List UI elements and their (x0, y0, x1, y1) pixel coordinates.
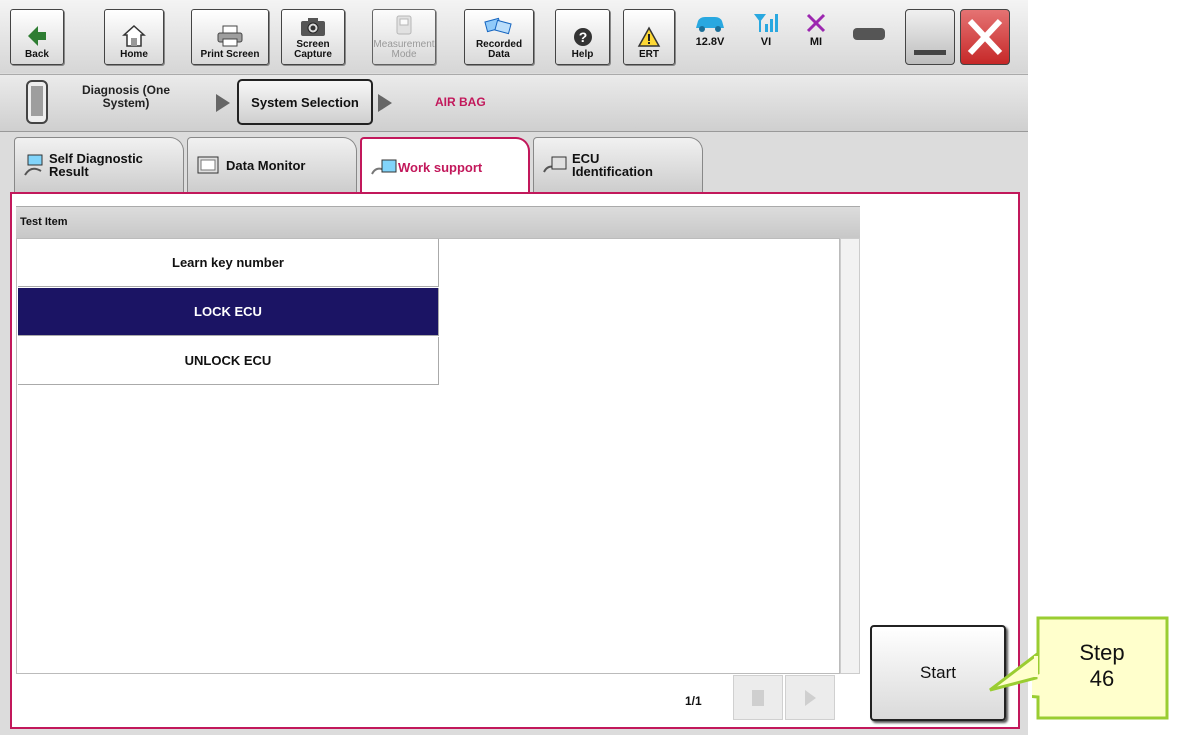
screen-capture-label: Screen Capture (294, 39, 332, 60)
help-button[interactable]: ? Help (555, 9, 610, 65)
list-item-label: UNLOCK ECU (184, 353, 272, 368)
printer-icon (217, 25, 243, 47)
print-screen-label: Print Screen (200, 49, 260, 60)
next-page-button[interactable] (785, 675, 835, 720)
tab-self-diagnostic-label: Self Diagnostic Result (49, 151, 143, 179)
camera-icon (301, 18, 325, 36)
callout-pointer (989, 651, 1038, 692)
recorded-data-label: Recorded Data (475, 39, 523, 60)
tab-ecu-identification-label: ECU Identification (572, 151, 653, 179)
print-screen-button[interactable]: Print Screen (191, 9, 269, 65)
back-arrow-icon (28, 26, 46, 46)
tab-data-monitor[interactable]: Data Monitor (187, 137, 357, 192)
callout-text: Step 46 (1079, 640, 1125, 691)
battery-indicator (852, 26, 888, 42)
minimize-button[interactable] (905, 9, 955, 65)
battery-icon (853, 28, 885, 40)
list-item[interactable]: Learn key number (18, 239, 439, 287)
start-button[interactable]: Start (870, 625, 1006, 721)
breadcrumb-arrow-icon (216, 94, 230, 112)
svg-text:?: ? (578, 29, 587, 45)
list-item[interactable]: UNLOCK ECU (18, 337, 439, 385)
minimize-icon (914, 50, 946, 55)
back-button[interactable]: Back (10, 9, 64, 65)
tab-ecu-identification[interactable]: ECU Identification (533, 137, 703, 192)
recorded-data-button[interactable]: Recorded Data (464, 9, 534, 65)
list-item-label: Learn key number (172, 255, 284, 270)
consult-app-window: Back Home Print Screen Screen Capture Me… (0, 0, 1028, 735)
warning-icon (637, 26, 661, 47)
measurement-mode-button[interactable]: Measurement Mode (372, 9, 436, 65)
test-item-header: Test Item (16, 206, 860, 239)
toolbar: Back Home Print Screen Screen Capture Me… (0, 0, 1028, 73)
battery-status: 12.8V (693, 12, 727, 48)
home-label: Home (120, 49, 148, 60)
close-icon (967, 18, 1003, 56)
tab-data-monitor-label: Data Monitor (226, 157, 306, 173)
mi-label: MI (809, 36, 823, 48)
car-icon (696, 17, 724, 32)
system-selection-button[interactable]: System Selection (237, 79, 373, 125)
ert-label: ERT (639, 49, 659, 60)
ecu-identification-icon (543, 156, 567, 173)
work-support-icon (371, 159, 397, 175)
help-label: Help (571, 49, 594, 60)
device-icon (26, 80, 48, 124)
close-button[interactable] (960, 9, 1010, 65)
next-page-icon (805, 689, 816, 706)
list-item[interactable]: LOCK ECU (18, 288, 439, 336)
page-indicator: 1/1 (685, 694, 702, 708)
home-button[interactable]: Home (104, 9, 164, 65)
test-item-header-label: Test Item (20, 216, 68, 228)
breadcrumb: Diagnosis (One System) System Selection … (0, 74, 1028, 132)
list-scrollbar[interactable] (840, 238, 860, 674)
current-system-label: AIR BAG (435, 95, 486, 109)
tab-self-diagnostic-result[interactable]: Self Diagnostic Result (14, 137, 184, 192)
measurement-mode-label: Measurement Mode (373, 39, 435, 60)
self-diagnostic-icon (24, 154, 43, 176)
vi-label: VI (760, 36, 772, 48)
help-icon: ? (573, 28, 592, 46)
vi-status: VI (752, 12, 780, 48)
diagnosis-crumb: Diagnosis (One System) (81, 83, 170, 110)
previous-page-button[interactable] (733, 675, 783, 720)
battery-voltage: 12.8V (695, 36, 725, 48)
recorded-data-icon (484, 17, 512, 35)
disconnected-x-icon (806, 13, 826, 33)
measurement-icon (396, 15, 412, 35)
mi-status: MI (805, 12, 827, 48)
home-icon (122, 24, 146, 47)
ert-button[interactable]: ERT (623, 9, 675, 65)
tab-work-support[interactable]: Work support (360, 137, 530, 195)
data-monitor-icon (197, 156, 219, 174)
previous-page-icon (752, 689, 764, 706)
screen-capture-button[interactable]: Screen Capture (281, 9, 345, 65)
breadcrumb-arrow-icon (378, 94, 392, 112)
list-item-label: LOCK ECU (194, 304, 262, 319)
signal-icon (754, 14, 778, 32)
back-label: Back (25, 49, 49, 60)
tab-work-support-label: Work support (398, 159, 483, 175)
